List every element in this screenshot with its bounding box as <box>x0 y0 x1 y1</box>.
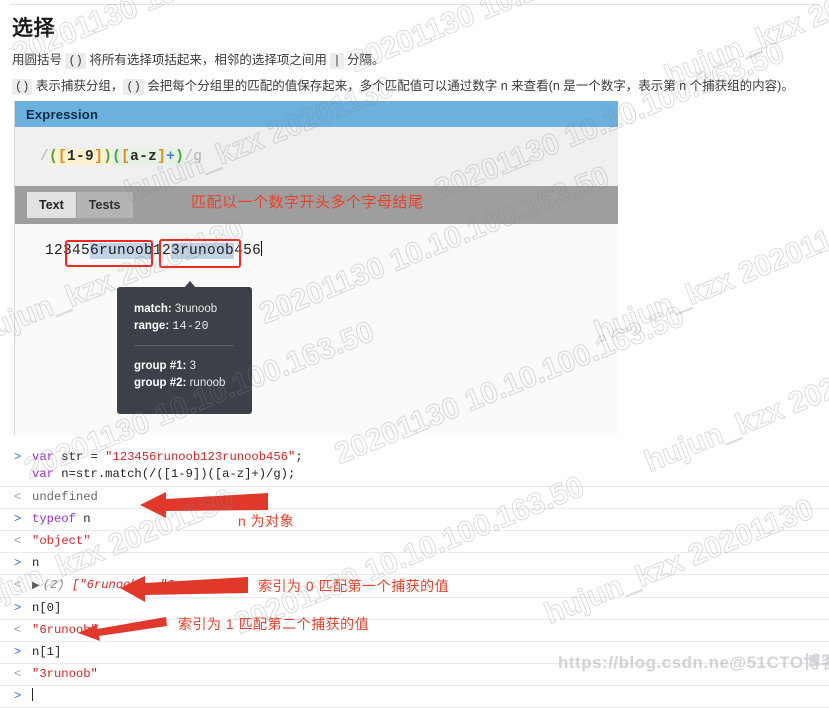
console-output-icon: < <box>14 623 22 637</box>
console-input-row[interactable]: > <box>0 686 829 708</box>
tooltip-group1-value: 3 <box>189 360 196 372</box>
console-output-icon: < <box>14 534 22 548</box>
annotation-arrow-2 <box>120 576 248 602</box>
console-input-code: n <box>32 556 40 570</box>
inline-code-pipe: | <box>330 53 344 69</box>
paragraph-one-pre: 用圆括号 <box>12 53 66 67</box>
regex-group2-chars: a-z <box>130 148 158 165</box>
text-caret <box>261 241 263 256</box>
js-keyword: var <box>32 450 54 464</box>
annotation-text-1: n 为对象 <box>238 513 295 529</box>
annotation-text-3: 索引为 1 匹配第二个捕获的值 <box>178 616 370 632</box>
annotation-arrow-3 <box>78 617 167 641</box>
console-prompt-icon: > <box>14 512 22 526</box>
js-keyword-2: var <box>32 467 54 481</box>
regex-group2-close: ) <box>175 148 185 165</box>
annotation-box-match-1 <box>65 240 153 267</box>
watermark-text: hujun_kzx 20201130 <box>589 210 829 349</box>
console-output-icon: < <box>14 490 22 504</box>
regex-group1-close: ) <box>103 148 113 165</box>
tooltip-range-value: 14-20 <box>172 320 209 333</box>
devtools-console[interactable]: > var str = "123456runoob123runoob456"; … <box>0 447 829 708</box>
js-string: "123456runoob123runoob456" <box>105 450 296 464</box>
array-length-label: (2) <box>42 578 72 592</box>
paragraph-one: 用圆括号 () 将所有选择项括起来，相邻的选择项之间用 | 分隔。 <box>12 51 385 70</box>
tooltip-group2-value: runoob <box>189 377 226 389</box>
expression-header: Expression <box>15 101 618 127</box>
regex-group1-bracket-close: ] <box>94 148 104 165</box>
console-row[interactable]: > typeof n <box>0 509 829 531</box>
console-row[interactable]: < "object" <box>0 531 829 553</box>
tooltip-match-label: match: <box>134 303 172 315</box>
paragraph-two-post: 会把每个分组里的匹配的值保存起来，多个匹配值可以通过数字 n 来查看(n 是一个… <box>143 79 794 93</box>
tooltip-range-label: range: <box>134 320 170 332</box>
tooltip-divider <box>134 345 234 346</box>
console-prompt-icon: > <box>14 556 22 570</box>
console-prompt-icon: > <box>14 689 22 703</box>
regex-group1-chars: 1-9 <box>67 148 95 165</box>
inline-code-parens-1: () <box>65 53 86 69</box>
js-semicolon: ; <box>295 450 303 464</box>
regex-tab-bar: Text Tests 匹配以一个数字开头多个字母结尾 <box>15 186 618 224</box>
console-output-icon: < <box>14 578 22 592</box>
regex-flags: g <box>193 148 203 165</box>
annotation-expression-meaning: 匹配以一个数字开头多个字母结尾 <box>191 194 424 211</box>
tooltip-match-value: 3runoob <box>174 303 218 315</box>
regex-group1-open: ( <box>49 148 59 165</box>
footer-watermark: https://blog.csdn.ne@51CTO博客 <box>558 653 829 672</box>
console-prompt-icon: > <box>14 645 22 659</box>
page-title: 选择 <box>12 17 55 40</box>
watermark-text: 20201130 10.10.100.163.50 <box>344 0 704 80</box>
console-output-value: "object" <box>32 534 91 548</box>
console-row[interactable]: < undefined <box>0 487 829 509</box>
annotation-box-match-2 <box>159 239 241 268</box>
paragraph-two: () 表示捕获分组，() 会把每个分组里的匹配的值保存起来，多个匹配值可以通过数… <box>12 77 794 96</box>
js-keyword: typeof <box>32 512 76 526</box>
tooltip-group2-label: group #2: <box>134 377 187 389</box>
match-tooltip: match: 3runoob range: 14-20 group #1: 3 … <box>117 287 252 414</box>
js-identifier: n <box>75 512 91 526</box>
console-input-code: var str = "123456runoob123runoob456"; va… <box>32 449 829 483</box>
js-identifier: str = <box>53 450 106 464</box>
console-prompt-icon: > <box>14 450 22 464</box>
tab-text[interactable]: Text <box>27 192 76 218</box>
annotation-text-2: 索引为 0 匹配第一个捕获的值 <box>258 578 450 594</box>
tooltip-group1-label: group #1: <box>134 360 187 372</box>
regex-group2-open: ( <box>112 148 122 165</box>
js-expression: n=str.match(/([1-9])([a-z]+)/g); <box>53 467 296 481</box>
console-input-field[interactable] <box>32 688 829 705</box>
regex-group1-bracket-open: [ <box>58 148 68 165</box>
console-prompt-icon: > <box>14 601 22 615</box>
inline-code-parens-3: () <box>123 79 144 95</box>
regex-group2-bracket-close: ] <box>157 148 167 165</box>
regex-group2-quantifier: + <box>166 148 176 165</box>
expression-header-label: Expression <box>26 106 99 122</box>
regex-open-slash: / <box>40 148 50 165</box>
regex-close-slash: / <box>184 148 194 165</box>
console-row[interactable]: > var str = "123456runoob123runoob456"; … <box>0 447 829 487</box>
regex-tester-panel: Expression / ([1-9]) ([a-z]+) / g Text Tests… <box>14 101 618 435</box>
paragraph-one-mid: 将所有选择项括起来，相邻的选择项之间用 <box>85 53 331 67</box>
top-divider <box>10 4 819 5</box>
inline-code-parens-2: () <box>12 79 33 95</box>
console-caret <box>32 688 33 701</box>
expand-triangle-icon[interactable]: ▶ <box>32 581 40 592</box>
paragraph-one-post: 分隔。 <box>343 53 385 67</box>
console-output-icon: < <box>14 667 22 681</box>
paragraph-two-mid: 表示捕获分组， <box>32 79 124 93</box>
expression-input[interactable]: / ([1-9]) ([a-z]+) / g <box>15 127 618 186</box>
regex-group2-bracket-open: [ <box>121 148 131 165</box>
console-row[interactable]: > n <box>0 553 829 575</box>
tab-tests[interactable]: Tests <box>76 192 133 218</box>
